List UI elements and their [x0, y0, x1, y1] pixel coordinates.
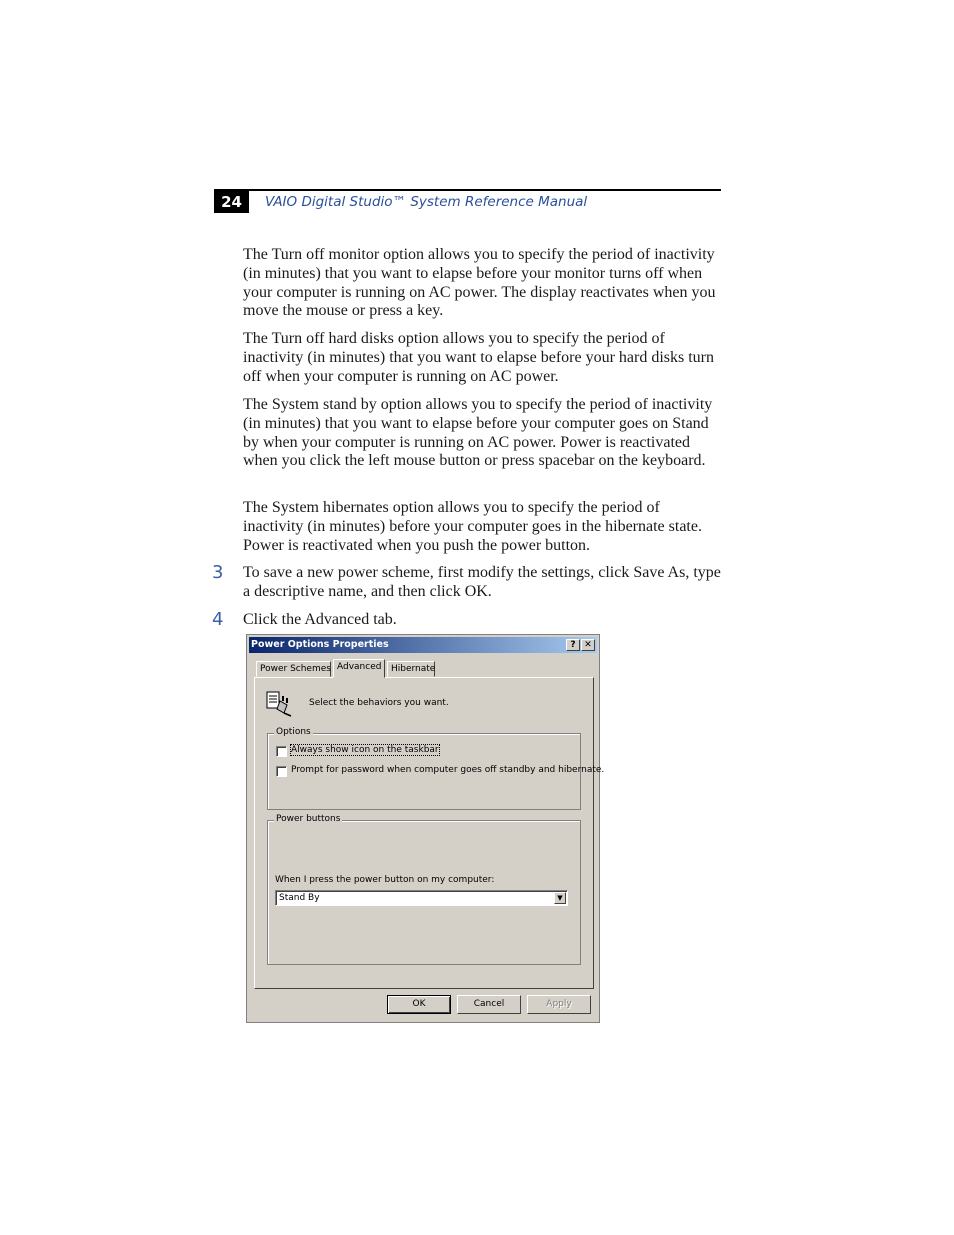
ok-button[interactable]: OK	[387, 995, 451, 1014]
paragraph-turn-off-monitor: The Turn off monitor option allows you t…	[243, 246, 716, 320]
power-plug-icon	[266, 691, 292, 717]
prompt-password-label[interactable]: Prompt for password when computer goes o…	[291, 765, 604, 775]
step-number-3: 3	[212, 562, 224, 583]
power-button-prompt: When I press the power button on my comp…	[275, 875, 495, 885]
power-buttons-groupbox: Power buttons When I press the power but…	[267, 814, 581, 965]
running-title: VAIO Digital Studio™ System Reference Ma…	[265, 194, 588, 210]
tab-hibernate[interactable]: Hibernate	[387, 661, 435, 677]
paragraph-system-stand-by: The System stand by option allows you to…	[243, 396, 713, 470]
tab-power-schemes[interactable]: Power Schemes	[256, 661, 331, 677]
advanced-tab-panel: Select the behaviors you want. Options A…	[254, 677, 604, 989]
paragraph-turn-off-hard-disks: The Turn off hard disks option allows yo…	[243, 330, 714, 385]
power-buttons-legend: Power buttons	[274, 814, 343, 824]
power-options-dialog: Power Options Properties ? ✕ Power Schem…	[246, 634, 604, 1023]
power-button-action-select[interactable]: Stand By ▼	[275, 890, 568, 906]
options-groupbox: Options Always show icon on the taskbar …	[267, 727, 604, 810]
step-number-4: 4	[212, 609, 224, 630]
page-number: 24	[214, 191, 249, 213]
intro-text: Select the behaviors you want.	[309, 698, 449, 708]
power-button-action-value: Stand By	[279, 893, 320, 903]
dialog-titlebar[interactable]: Power Options Properties ? ✕	[249, 637, 597, 653]
step-text-3: To save a new power scheme, first modify…	[243, 564, 721, 600]
chevron-down-icon[interactable]: ▼	[554, 892, 566, 904]
options-legend: Options	[274, 727, 313, 737]
step-text-4: Click the Advanced tab.	[243, 611, 397, 628]
close-button[interactable]: ✕	[581, 639, 595, 651]
help-button[interactable]: ?	[566, 639, 580, 651]
apply-button[interactable]: Apply	[527, 995, 591, 1014]
tab-advanced[interactable]: Advanced	[333, 659, 385, 678]
always-show-icon-checkbox[interactable]	[276, 746, 287, 757]
prompt-password-checkbox[interactable]	[276, 766, 287, 777]
header-rule	[214, 189, 721, 191]
paragraph-system-hibernates: The System hibernates option allows you …	[243, 499, 702, 554]
always-show-icon-label[interactable]: Always show icon on the taskbar	[290, 744, 440, 756]
dialog-title: Power Options Properties	[251, 639, 389, 650]
cancel-button[interactable]: Cancel	[457, 995, 521, 1014]
